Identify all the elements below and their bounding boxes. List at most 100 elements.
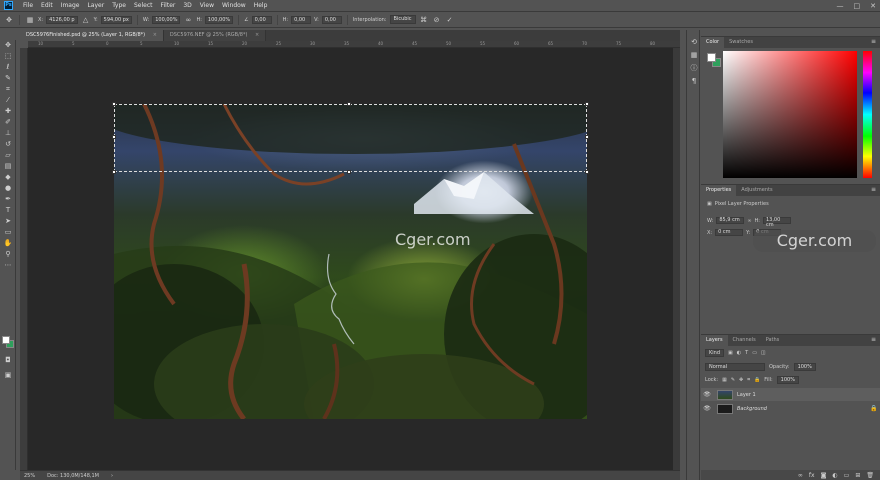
y-field[interactable]: 594,00 px xyxy=(100,15,132,24)
panel-menu-icon[interactable]: ≡ xyxy=(871,38,876,45)
menu-help[interactable]: Help xyxy=(250,0,272,12)
panel-menu-icon[interactable]: ≡ xyxy=(871,336,876,343)
filter-shape-icon[interactable]: ▭ xyxy=(752,350,757,356)
delta-icon[interactable]: △ xyxy=(81,15,91,25)
x-field[interactable]: 4126,00 p xyxy=(46,15,78,24)
foreground-color-swatch[interactable] xyxy=(707,53,716,62)
height-field[interactable]: 100,00% xyxy=(204,15,234,24)
opacity-field[interactable]: 100% xyxy=(793,363,816,371)
visibility-eye-icon[interactable]: 👁 xyxy=(701,391,713,398)
layer-name[interactable]: Background xyxy=(737,406,868,412)
link-icon[interactable]: ∞ xyxy=(747,218,751,224)
lock-artboard-icon[interactable]: ⌗ xyxy=(747,377,750,383)
close-window-button[interactable]: ✕ xyxy=(870,2,876,10)
color-picker-field[interactable] xyxy=(723,51,857,178)
layer-row-background[interactable]: 👁 Background 🔒 xyxy=(701,402,880,415)
link-icon[interactable]: ∞ xyxy=(183,15,193,25)
transform-handle[interactable] xyxy=(347,170,351,174)
transform-handle[interactable] xyxy=(585,102,589,106)
angle-field[interactable]: 0,00 xyxy=(251,15,272,24)
rectangle-tool-icon[interactable]: ▭ xyxy=(0,227,16,238)
type-tool-icon[interactable]: T xyxy=(0,205,16,216)
transform-bounding-box[interactable] xyxy=(112,102,589,174)
new-group-icon[interactable]: ▭ xyxy=(844,472,850,479)
tab-channels[interactable]: Channels xyxy=(728,335,761,346)
transform-handle[interactable] xyxy=(585,170,589,174)
close-icon[interactable]: × xyxy=(153,32,157,38)
transform-handle[interactable] xyxy=(585,135,589,139)
blur-icon[interactable]: ◆ xyxy=(0,172,16,183)
transform-handle[interactable] xyxy=(112,135,116,139)
height-field[interactable]: 13,00 cm xyxy=(762,217,791,228)
filter-adjustment-icon[interactable]: ◐ xyxy=(737,350,741,356)
lock-transparent-icon[interactable]: ▦ xyxy=(722,377,727,383)
panel-menu-icon[interactable]: ≡ xyxy=(871,186,876,193)
hue-slider[interactable] xyxy=(863,51,872,178)
foreground-color-swatch[interactable] xyxy=(2,336,10,344)
menu-window[interactable]: Window xyxy=(218,0,250,12)
layer-name[interactable]: Layer 1 xyxy=(737,392,880,398)
layer-row-layer-1[interactable]: 👁 Layer 1 xyxy=(701,388,880,401)
menu-file[interactable]: File xyxy=(19,0,37,12)
crop-tool-icon[interactable]: ⌗ xyxy=(0,84,16,95)
move-tool-icon[interactable]: ✥ xyxy=(0,40,16,51)
close-icon[interactable]: × xyxy=(255,32,259,38)
reference-point-icon[interactable]: ▦ xyxy=(25,15,35,25)
pen-icon[interactable]: ✒ xyxy=(0,194,16,205)
lock-position-icon[interactable]: ✥ xyxy=(739,377,743,383)
more-tools-icon[interactable]: ⋯ xyxy=(0,260,16,271)
width-field[interactable]: 85,9 cm xyxy=(716,217,745,224)
transform-handle[interactable] xyxy=(112,102,116,106)
lock-image-icon[interactable]: ✎ xyxy=(731,377,735,383)
tab-adjustments[interactable]: Adjustments xyxy=(736,185,777,196)
eyedropper-icon[interactable]: ⁄ xyxy=(0,95,16,106)
history-brush-icon[interactable]: ↺ xyxy=(0,139,16,150)
gradient-icon[interactable]: ▤ xyxy=(0,161,16,172)
cancel-transform-icon[interactable]: ⊘ xyxy=(432,15,442,25)
interpolation-select[interactable]: Bicubic xyxy=(389,15,416,24)
minimize-button[interactable]: — xyxy=(837,2,844,10)
filter-smart-object-icon[interactable]: ◫ xyxy=(761,350,766,356)
zoom-level[interactable]: 25% xyxy=(24,473,35,479)
move-tool-preset-icon[interactable]: ✥ xyxy=(4,15,14,25)
quick-mask-icon[interactable]: ◘ xyxy=(0,355,16,366)
lasso-tool-icon[interactable]: ℓ xyxy=(0,62,16,73)
tab-color[interactable]: Color xyxy=(701,37,725,48)
marquee-tool-icon[interactable]: ⬚ xyxy=(0,51,16,62)
info-panel-icon[interactable]: ⓘ xyxy=(687,62,701,75)
tab-document-1[interactable]: DSC5976Finished.psd @ 25% (Layer 1, RGB/… xyxy=(20,30,164,41)
add-mask-icon[interactable]: ◙ xyxy=(821,472,827,479)
transform-handle[interactable] xyxy=(112,170,116,174)
horizontal-ruler[interactable]: 10 5 0 5 10 15 20 25 30 35 40 45 50 55 60 65 70 75 80 xyxy=(28,41,680,48)
lock-all-icon[interactable]: 🔒 xyxy=(754,377,760,383)
menu-layer[interactable]: Layer xyxy=(83,0,108,12)
eraser-icon[interactable]: ▱ xyxy=(0,150,16,161)
filter-pixel-icon[interactable]: ▣ xyxy=(728,350,733,356)
tab-swatches[interactable]: Swatches xyxy=(724,37,758,48)
visibility-eye-icon[interactable]: 👁 xyxy=(701,405,713,412)
fill-field[interactable]: 100% xyxy=(776,376,799,384)
menu-filter[interactable]: Filter xyxy=(157,0,180,12)
color-swatches[interactable] xyxy=(2,336,14,348)
tab-paths[interactable]: Paths xyxy=(761,335,785,346)
history-panel-icon[interactable]: ⟲ xyxy=(687,36,701,49)
path-select-icon[interactable]: ➤ xyxy=(0,216,16,227)
tab-properties[interactable]: Properties xyxy=(701,185,737,196)
hand-tool-icon[interactable]: ✋ xyxy=(0,238,16,249)
layer-filter-select[interactable]: Kind xyxy=(705,349,725,357)
blend-mode-select[interactable]: Normal xyxy=(705,363,765,371)
x-field[interactable]: 0 cm xyxy=(715,229,744,236)
filter-type-icon[interactable]: T xyxy=(745,350,748,356)
menu-edit[interactable]: Edit xyxy=(37,0,57,12)
link-layers-icon[interactable]: ∞ xyxy=(798,472,803,479)
vertical-scrollbar[interactable] xyxy=(673,48,680,470)
brush-settings-icon[interactable]: ▦ xyxy=(687,49,701,62)
paragraph-panel-icon[interactable]: ¶ xyxy=(687,75,701,88)
quick-select-icon[interactable]: ✎ xyxy=(0,73,16,84)
width-field[interactable]: 100,00% xyxy=(152,15,181,24)
dodge-icon[interactable]: ● xyxy=(0,183,16,194)
adjustment-layer-icon[interactable]: ◐ xyxy=(832,472,837,479)
delete-layer-icon[interactable]: 🗑 xyxy=(866,472,874,479)
status-menu-arrow[interactable]: › xyxy=(111,473,113,479)
tab-layers[interactable]: Layers xyxy=(701,335,728,346)
